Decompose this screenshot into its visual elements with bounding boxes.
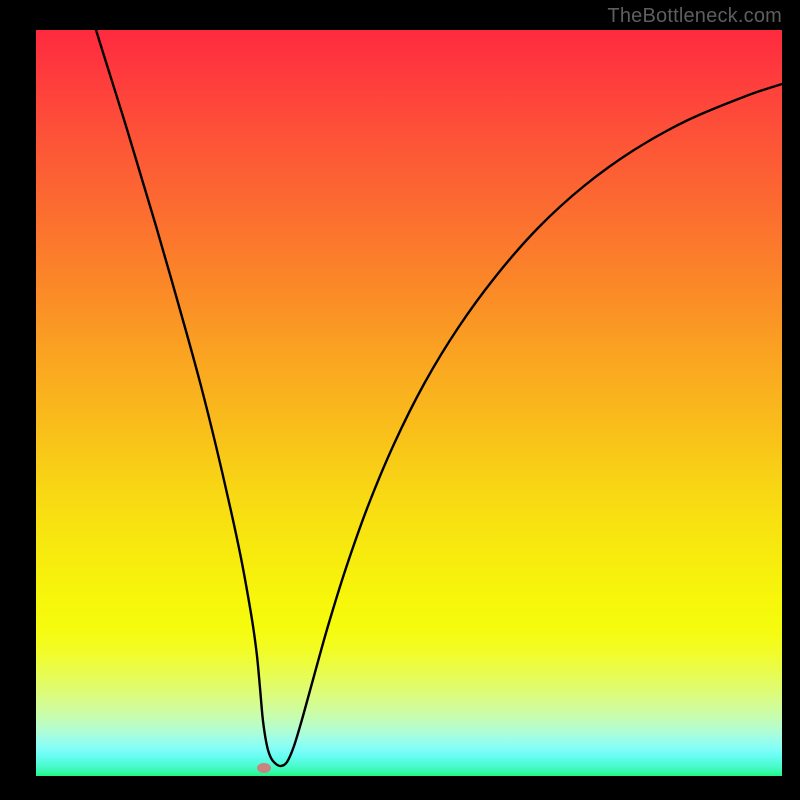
chart-svg — [36, 30, 782, 776]
chart-plot-area — [36, 30, 782, 776]
watermark-text: TheBottleneck.com — [607, 5, 782, 28]
optimum-marker — [257, 763, 271, 773]
bottleneck-curve-path — [96, 30, 782, 766]
